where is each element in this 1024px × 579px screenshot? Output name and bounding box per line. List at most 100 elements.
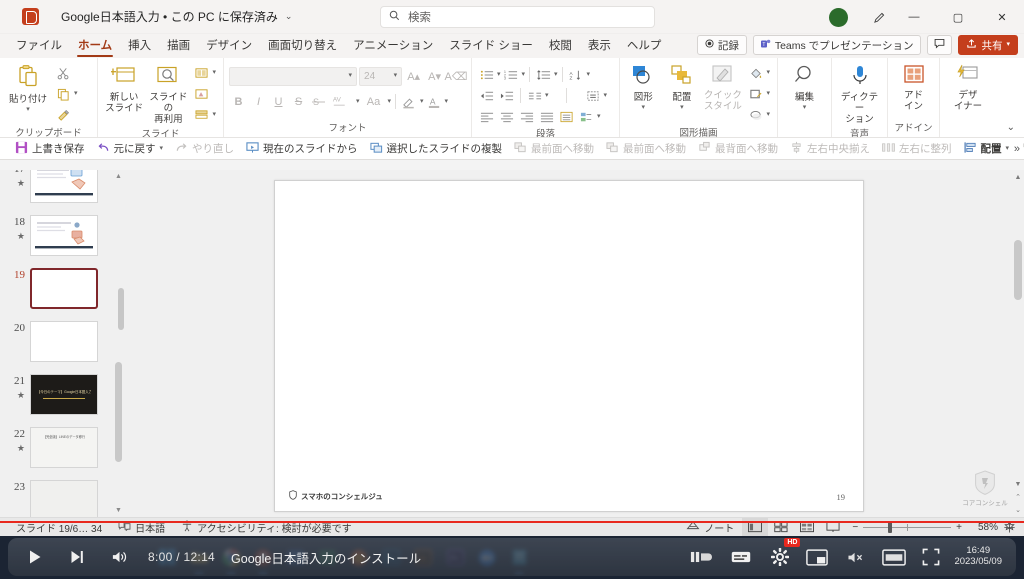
qat-distribute-h[interactable]: 左右に整列 [877, 139, 957, 159]
next-track-button[interactable] [64, 544, 90, 570]
dictate-button[interactable]: ディクテー ション [837, 61, 882, 126]
copy-button[interactable]: ▾ [53, 84, 80, 104]
qat-align-center-h[interactable]: 左右中央揃え [785, 139, 875, 159]
canvas-scroll-down-icon[interactable]: ▼ [1012, 477, 1024, 491]
section-button[interactable]: ▾ [191, 105, 218, 125]
paste-button[interactable]: 貼り付け ▾ [5, 61, 51, 113]
quick-styles-button[interactable]: クイック スタイル [702, 61, 743, 113]
text-shadow-button[interactable]: S [309, 92, 328, 111]
qat-bring-front[interactable]: 最前面へ移動 [509, 139, 599, 159]
tab-help[interactable]: ヘルプ [619, 34, 670, 58]
numbering-chevron-down-icon[interactable]: ▾ [522, 71, 526, 78]
maximize-button[interactable]: ▢ [936, 0, 980, 34]
align-center-button[interactable] [497, 108, 516, 126]
align-left-button[interactable] [477, 108, 496, 126]
subtitles-button[interactable] [726, 544, 756, 570]
minimize-button[interactable]: — [892, 0, 936, 34]
thumbnail-scroll-up-icon[interactable]: ▲ [114, 170, 123, 183]
qat-present-from-current[interactable]: 現在のスライドから [241, 139, 363, 159]
tab-file[interactable]: ファイル [8, 34, 70, 58]
tab-view[interactable]: 表示 [580, 34, 619, 58]
copy-chevron-down-icon[interactable]: ▾ [74, 90, 78, 97]
zoom-slider[interactable]: − + [846, 521, 968, 533]
search-box[interactable]: 検索 [380, 6, 655, 28]
editing-chevron-down-icon[interactable]: ▾ [803, 104, 807, 111]
comments-button[interactable] [927, 35, 953, 55]
thumbnail-item-23[interactable]: 23 [0, 480, 126, 517]
qat-send-back[interactable]: 最背面へ移動 [693, 139, 783, 159]
character-spacing-button[interactable]: AV [329, 92, 355, 111]
qat-bring-forward[interactable]: 最前面へ移動 [601, 139, 691, 159]
shape-outline-chevron-down-icon[interactable]: ▾ [767, 90, 771, 97]
align-right-button[interactable] [517, 108, 536, 126]
layout-button[interactable]: ▾ [191, 63, 218, 83]
font-color-button[interactable]: A [425, 92, 444, 111]
decrease-font-size-button[interactable]: A▾ [425, 67, 444, 86]
increase-indent-button[interactable] [497, 87, 516, 105]
paste-chevron-down-icon[interactable]: ▾ [26, 106, 30, 113]
thumbnail-scroll-down-icon[interactable]: ▼ [114, 504, 123, 517]
mute-button[interactable] [842, 544, 868, 570]
shape-fill-chevron-down-icon[interactable]: ▾ [767, 69, 771, 76]
arrange-button[interactable]: 配置 ▾ [664, 61, 701, 111]
fullscreen-button[interactable] [920, 544, 942, 570]
thumbnail-item-20[interactable]: 20 [0, 321, 126, 362]
tab-animations[interactable]: アニメーション [345, 34, 441, 58]
canvas-scroll-thumb[interactable] [1014, 240, 1022, 300]
qat-more-button[interactable]: » [1014, 143, 1020, 155]
qat-undo-chevron-down-icon[interactable]: ▾ [160, 145, 164, 152]
designer-button[interactable]: デザ イナー [945, 61, 991, 113]
shape-outline-button[interactable]: ▾ [746, 84, 773, 104]
section-chevron-down-icon[interactable]: ▾ [212, 111, 216, 118]
thumbnail-item-17[interactable]: 17 ★ [0, 170, 126, 203]
tab-slideshow[interactable]: スライド ショー [441, 34, 541, 58]
addins-button[interactable]: アド イン [893, 61, 934, 113]
title-chevron-down-icon[interactable]: ⌄ [285, 11, 293, 22]
line-spacing-chevron-down-icon[interactable]: ▾ [554, 71, 558, 78]
shapes-button[interactable]: 図形 ▾ [625, 61, 662, 111]
text-direction-chevron-down-icon[interactable]: ▾ [587, 71, 591, 78]
shapes-chevron-down-icon[interactable]: ▾ [642, 104, 646, 111]
settings-button[interactable]: HD [768, 538, 801, 570]
qat-arrange-chevron-down-icon[interactable]: ▾ [1006, 145, 1010, 152]
tab-design[interactable]: デザイン [198, 34, 260, 58]
underline-button[interactable]: U [269, 92, 288, 111]
tab-insert[interactable]: 挿入 [120, 34, 159, 58]
shape-effects-button[interactable]: ▾ [746, 105, 773, 125]
bullets-button[interactable] [477, 66, 496, 84]
share-button[interactable]: 共有 ▾ [958, 35, 1018, 55]
font-family-select[interactable]: ▾ [229, 66, 358, 86]
font-color-chevron-down-icon[interactable]: ▾ [445, 98, 449, 105]
thumbnail-item-18[interactable]: 18 ★ [0, 215, 126, 256]
video-progress-bar[interactable] [0, 520, 1024, 523]
text-highlight-button[interactable] [400, 92, 419, 111]
text-alignment-chevron-down-icon[interactable]: ▾ [604, 92, 608, 99]
character-spacing-chevron-down-icon[interactable]: ▾ [356, 98, 360, 105]
qat-undo[interactable]: 元に戻す ▾ [92, 139, 169, 159]
increase-font-size-button[interactable]: A▴ [404, 67, 423, 86]
zoom-knob[interactable] [888, 521, 893, 533]
font-size-select[interactable]: 24 ▾ [359, 66, 403, 86]
pause-button[interactable] [688, 544, 714, 570]
slide-canvas-area[interactable]: スマホのコンシェルジュ 19 コアコンシェル ▲ ▼ ⌃ ⌄ [126, 170, 1024, 517]
layout-chevron-down-icon[interactable]: ▾ [212, 69, 216, 76]
system-clock[interactable]: 16:49 2023/05/09 [954, 545, 1002, 568]
play-button[interactable] [22, 544, 48, 570]
pane-splitter[interactable] [118, 288, 124, 330]
ribbon-collapse-chevron-down-icon[interactable]: ⌄ [1002, 120, 1020, 135]
thumbnail-scrollbar[interactable]: ▲ ▼ [114, 170, 123, 517]
columns-chevron-down-icon[interactable]: ▾ [545, 92, 549, 99]
text-highlight-chevron-down-icon[interactable]: ▾ [420, 98, 424, 105]
tab-transitions[interactable]: 画面切り替え [260, 34, 345, 58]
avatar[interactable] [829, 7, 848, 27]
reset-button[interactable] [191, 84, 218, 104]
line-spacing-button[interactable] [534, 66, 553, 84]
canvas-prev-slide-icon[interactable]: ⌃ [1012, 490, 1024, 504]
shape-fill-button[interactable]: ▾ [746, 63, 773, 83]
format-painter-button[interactable] [53, 105, 80, 125]
cut-button[interactable] [53, 63, 80, 83]
current-slide[interactable]: スマホのコンシェルジュ 19 [274, 180, 864, 512]
reuse-slides-button[interactable]: スライドの 再利用 [147, 61, 189, 126]
justify-button[interactable] [537, 108, 556, 126]
volume-button[interactable] [106, 544, 132, 570]
